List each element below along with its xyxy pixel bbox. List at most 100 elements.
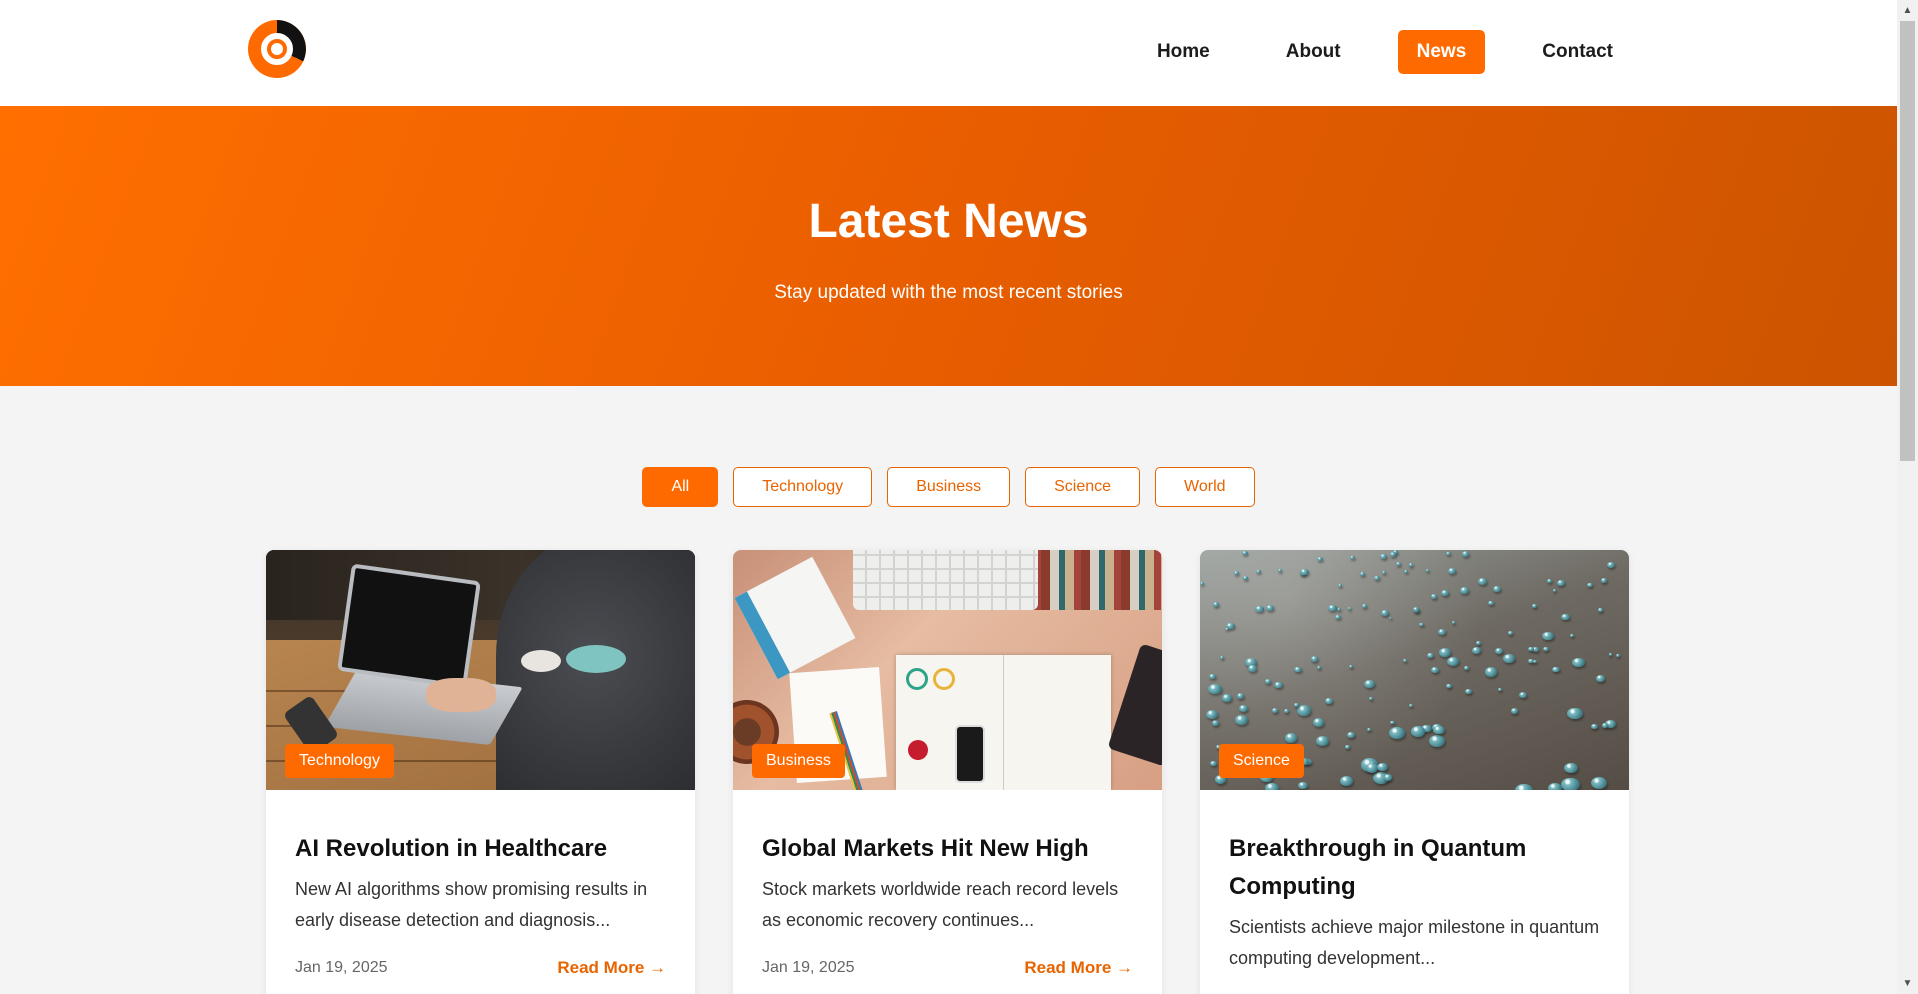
water-drop: [1463, 665, 1470, 670]
card-title[interactable]: AI Revolution in Healthcare: [295, 830, 666, 868]
water-drop: [1213, 602, 1220, 607]
water-drop: [1374, 575, 1381, 581]
water-drop: [1325, 698, 1334, 704]
water-drop: [1344, 745, 1351, 750]
water-drop: [1503, 654, 1516, 664]
water-drop: [1409, 704, 1414, 708]
nav-about[interactable]: About: [1267, 30, 1360, 74]
water-drop: [1242, 576, 1248, 581]
water-drop: [1234, 570, 1240, 575]
water-drop: [1488, 600, 1494, 605]
water-drop: [1366, 727, 1371, 731]
water-drop: [1278, 569, 1282, 573]
card-date: Jan 19, 2025: [762, 959, 855, 976]
water-drop: [1266, 605, 1275, 612]
news-card[interactable]: Science Breakthrough in Quantum Computin…: [1200, 550, 1629, 994]
water-drop: [1312, 718, 1325, 728]
water-drop: [1316, 735, 1330, 746]
site-header: Home About News Contact: [0, 0, 1897, 106]
water-drop: [1419, 622, 1425, 627]
water-drop: [1403, 569, 1408, 573]
nav-contact[interactable]: Contact: [1523, 30, 1632, 74]
news-card[interactable]: Business Global Markets Hit New High Sto…: [733, 550, 1162, 994]
water-drop: [1452, 621, 1456, 624]
water-drop: [1274, 681, 1283, 689]
scroll-thumb[interactable]: [1900, 21, 1915, 461]
filter-technology[interactable]: Technology: [733, 467, 873, 507]
water-drop: [1507, 631, 1513, 635]
water-drop: [1294, 703, 1299, 707]
water-drop: [1362, 603, 1368, 608]
water-drop: [1369, 696, 1374, 700]
water-drop: [1460, 587, 1470, 595]
water-drop: [1264, 678, 1272, 684]
water-drop: [1377, 762, 1389, 772]
filter-all[interactable]: All: [642, 467, 719, 507]
water-drop: [1425, 569, 1429, 572]
read-more-link[interactable]: Read More →: [1024, 958, 1133, 978]
water-drop: [1300, 568, 1309, 575]
water-drop: [1596, 675, 1605, 682]
water-drop: [1396, 562, 1402, 566]
water-drop: [1381, 570, 1387, 575]
water-drop: [1546, 579, 1553, 584]
water-drop: [1447, 568, 1456, 575]
water-drop: [1235, 714, 1249, 725]
site-logo-icon[interactable]: [248, 20, 306, 78]
water-drop: [1256, 570, 1261, 574]
water-drop: [1212, 720, 1220, 726]
card-excerpt: Stock markets worldwide reach record lev…: [762, 879, 1119, 930]
water-drop: [1220, 655, 1224, 659]
filter-world[interactable]: World: [1155, 467, 1255, 507]
water-drop: [1328, 604, 1337, 612]
card-category-badge: Science: [1219, 744, 1304, 778]
card-image-laptop[interactable]: Technology: [266, 550, 695, 790]
water-drop: [1264, 782, 1279, 790]
water-drop: [1431, 594, 1438, 599]
category-filters: All Technology Business Science World: [0, 467, 1897, 507]
water-drop: [1426, 653, 1434, 659]
read-more-link[interactable]: Read More →: [557, 958, 666, 978]
card-title[interactable]: Global Markets Hit New High: [762, 830, 1133, 868]
nav-home[interactable]: Home: [1138, 30, 1229, 74]
water-drop: [1461, 550, 1470, 557]
water-drop: [1590, 777, 1607, 790]
water-drop: [1484, 667, 1498, 677]
hero-title: Latest News: [808, 195, 1089, 248]
filter-science[interactable]: Science: [1025, 467, 1141, 507]
water-drop: [1334, 614, 1341, 620]
water-drop: [1241, 550, 1248, 556]
water-drop: [1388, 727, 1405, 739]
card-category-badge: Business: [752, 744, 845, 778]
page: Home About News Contact Latest News Stay…: [0, 0, 1897, 994]
water-drop: [1350, 555, 1355, 560]
water-drop: [1553, 589, 1557, 592]
card-title[interactable]: Breakthrough in Quantum Computing: [1229, 830, 1600, 906]
water-drop: [1570, 634, 1574, 638]
scroll-down-icon[interactable]: ▼: [1897, 973, 1918, 994]
water-drop: [1347, 607, 1352, 610]
water-drop: [1446, 683, 1452, 688]
water-drop: [1349, 664, 1354, 668]
water-drop: [1296, 705, 1311, 716]
water-drop: [1440, 589, 1450, 597]
scroll-up-icon[interactable]: ▲: [1897, 0, 1918, 21]
water-drop: [1402, 658, 1408, 663]
news-card[interactable]: Technology AI Revolution in Healthcare N…: [266, 550, 695, 994]
water-drop: [1317, 666, 1321, 669]
card-image-desk[interactable]: Business: [733, 550, 1162, 790]
water-drop: [1446, 657, 1459, 667]
page-scrollbar[interactable]: ▲ ▼: [1897, 0, 1918, 994]
water-drop: [1209, 674, 1216, 679]
water-drop: [1438, 628, 1447, 635]
nav-news[interactable]: News: [1397, 30, 1486, 74]
filter-business[interactable]: Business: [887, 467, 1011, 507]
water-drop: [1205, 710, 1218, 720]
card-image-water-drops[interactable]: Science: [1200, 550, 1629, 790]
water-drop: [1533, 660, 1538, 664]
water-drop: [1347, 731, 1355, 738]
water-drop: [1410, 726, 1425, 737]
water-drop: [1317, 556, 1323, 562]
water-drop: [1608, 653, 1613, 657]
water-drop: [1590, 723, 1599, 730]
